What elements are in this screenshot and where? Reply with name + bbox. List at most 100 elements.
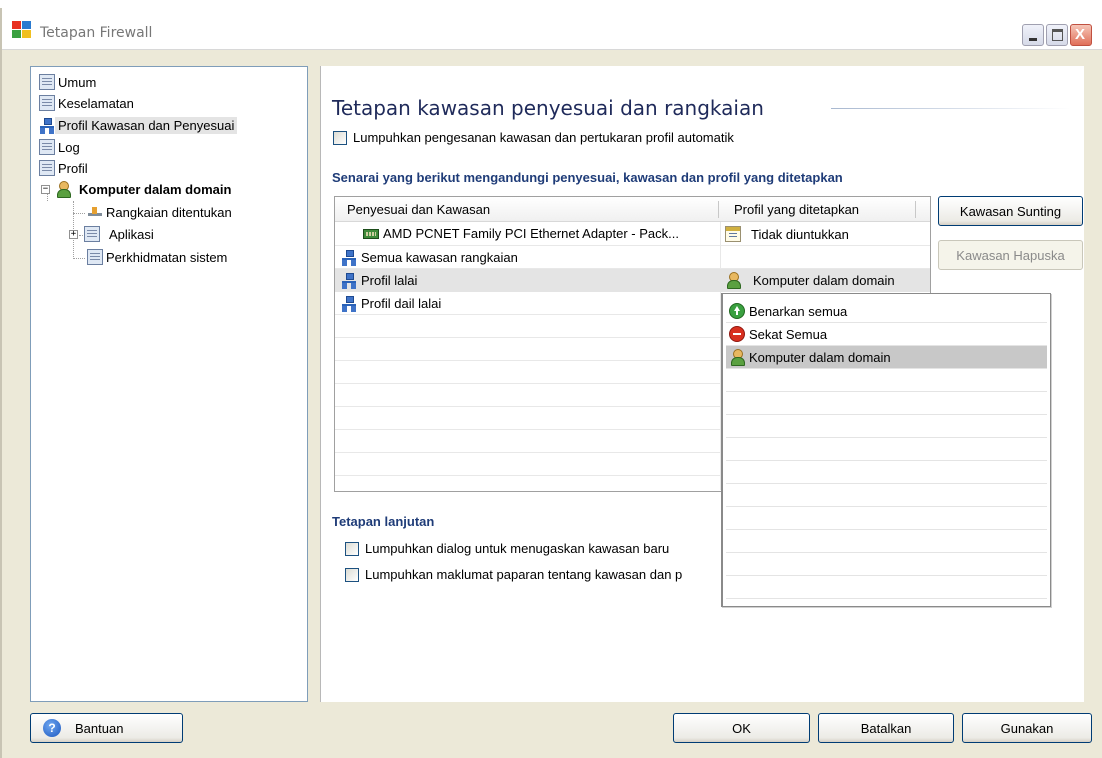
block-icon <box>729 326 745 342</box>
network-card-icon <box>363 228 379 239</box>
list-cell-text: Profil dail lalai <box>361 295 442 311</box>
tree-item-label: Log <box>58 139 80 155</box>
column-separator[interactable] <box>718 201 719 218</box>
dropdown-empty-row <box>726 369 1047 392</box>
window-title: Tetapan Firewall <box>40 25 153 41</box>
dropdown-empty-row <box>726 392 1047 415</box>
cancel-button[interactable]: Batalkan <box>818 713 954 743</box>
delete-zone-button[interactable]: Kawasan Hapuska <box>938 240 1083 270</box>
dropdown-empty-row <box>726 484 1047 507</box>
tree-item-system-services[interactable]: Perkhidmatan sistem <box>87 247 230 267</box>
tree-item-label: Profil <box>58 160 88 176</box>
list-row[interactable]: Semua kawasan rangkaian <box>335 246 930 269</box>
heading-divider <box>831 108 1071 109</box>
tree-item-general[interactable]: Umum <box>39 72 99 92</box>
expand-toggle[interactable]: + <box>69 229 78 239</box>
minimize-button[interactable] <box>1022 24 1044 46</box>
dropdown-option-domain-computer[interactable]: Komputer dalam domain <box>726 346 1047 369</box>
column-header-profile[interactable]: Profil yang ditetapkan <box>734 202 859 217</box>
document-icon <box>87 249 103 265</box>
disable-zone-detection-label: Lumpuhkan pengesanan kawasan dan pertuka… <box>353 130 734 145</box>
allow-icon <box>729 303 745 319</box>
list-cell-text: AMD PCNET Family PCI Ethernet Adapter - … <box>383 226 679 241</box>
advanced-option-label: Lumpuhkan maklumat paparan tentang kawas… <box>365 567 683 582</box>
user-icon <box>55 181 71 198</box>
network-plan-icon <box>87 204 103 220</box>
list-section-title: Senarai yang berikut mengandungi penyesu… <box>332 170 843 185</box>
dropdown-option-label: Benarkan semua <box>749 303 848 319</box>
tree-item-label: Rangkaian ditentukan <box>106 204 232 220</box>
disable-info-checkbox[interactable] <box>345 567 359 582</box>
dropdown-empty-row <box>726 576 1047 599</box>
firewall-settings-window: Tetapan Firewall X Umum Keselamatan Prof… <box>0 8 1102 758</box>
document-icon <box>39 139 55 155</box>
list-cell-adapter: Profil lalai <box>341 272 417 289</box>
disable-zone-detection-checkbox[interactable] <box>333 130 347 145</box>
list-cell-adapter: Semua kawasan rangkaian <box>341 249 518 266</box>
list-cell-profile: Tidak diuntukkan <box>725 226 849 242</box>
tree-connector <box>73 213 85 214</box>
help-button[interactable]: ? Bantuan <box>30 713 183 743</box>
list-header: Penyesuai dan Kawasan Profil yang diteta… <box>335 197 930 222</box>
advanced-option-label: Lumpuhkan dialog untuk menugaskan kawasa… <box>365 541 670 556</box>
help-icon: ? <box>43 719 61 737</box>
close-icon: X <box>1075 26 1086 43</box>
advanced-option-disable-dialog[interactable]: Lumpuhkan dialog untuk menugaskan kawasa… <box>345 541 669 556</box>
tree-item-profiles[interactable]: Profil <box>39 158 91 178</box>
tree-item-label: Umum <box>58 74 97 90</box>
list-cell-profile: Komputer dalam domain <box>725 272 895 289</box>
apply-button[interactable]: Gunakan <box>962 713 1092 743</box>
tree-item-label: Perkhidmatan sistem <box>106 249 228 265</box>
dropdown-option-allow-all[interactable]: Benarkan semua <box>726 300 1047 323</box>
list-row-selected[interactable]: Profil lalai Komputer dalam domain <box>335 269 930 292</box>
list-cell-text: Semua kawasan rangkaian <box>361 249 518 265</box>
collapse-toggle[interactable]: − <box>41 184 50 194</box>
dropdown-option-label: Komputer dalam domain <box>749 349 891 365</box>
dropdown-option-label: Sekat Semua <box>749 326 828 342</box>
dropdown-empty-row <box>726 507 1047 530</box>
network-icon <box>341 249 357 266</box>
list-cell-text: Tidak diuntukkan <box>751 226 849 242</box>
title-bar[interactable]: Tetapan Firewall X <box>2 8 1102 50</box>
settings-tree: Umum Keselamatan Profil Kawasan dan Peny… <box>30 66 308 702</box>
tree-item-label: Keselamatan <box>58 95 134 111</box>
column-separator[interactable] <box>915 201 916 218</box>
tree-item-log[interactable]: Log <box>39 137 83 157</box>
dropdown-option-block-all[interactable]: Sekat Semua <box>726 323 1047 346</box>
document-icon <box>39 74 55 90</box>
tree-item-zone-adapter-profiles[interactable]: Profil Kawasan dan Penyesuai <box>39 115 238 135</box>
user-icon <box>729 349 745 366</box>
tree-item-domain-computer[interactable]: − Komputer dalam domain <box>41 179 234 199</box>
network-icon <box>341 295 357 312</box>
list-cell-adapter: AMD PCNET Family PCI Ethernet Adapter - … <box>363 226 679 241</box>
disable-zone-detection-option[interactable]: Lumpuhkan pengesanan kawasan dan pertuka… <box>333 130 734 145</box>
column-header-adapters[interactable]: Penyesuai dan Kawasan <box>347 202 490 217</box>
dropdown-empty-row <box>726 438 1047 461</box>
dropdown-empty-row <box>726 461 1047 484</box>
tree-item-defined-networks[interactable]: Rangkaian ditentukan <box>87 202 235 222</box>
tree-item-label: Komputer dalam domain <box>79 181 232 197</box>
list-cell-text: Komputer dalam domain <box>753 272 895 288</box>
tree-item-applications[interactable]: + Aplikasi <box>69 224 157 244</box>
page-title: Tetapan kawasan penyesuai dan rangkaian <box>332 96 764 120</box>
list-cell-adapter: Profil dail lalai <box>341 295 442 312</box>
tree-item-security[interactable]: Keselamatan <box>39 93 137 113</box>
help-button-label: Bantuan <box>75 720 124 736</box>
profile-dropdown-list[interactable]: Benarkan semua Sekat Semua Komputer dala… <box>721 293 1051 607</box>
document-icon <box>39 160 55 176</box>
app-logo-icon <box>12 21 31 38</box>
maximize-button[interactable] <box>1046 24 1068 46</box>
document-icon <box>84 226 100 242</box>
edit-zone-button[interactable]: Kawasan Sunting <box>938 196 1083 226</box>
dropdown-empty-row <box>726 530 1047 553</box>
tree-connector <box>73 258 85 259</box>
network-icon <box>341 272 357 289</box>
close-button[interactable]: X <box>1070 24 1092 46</box>
dropdown-empty-row <box>726 553 1047 576</box>
ok-button[interactable]: OK <box>673 713 810 743</box>
list-row[interactable]: AMD PCNET Family PCI Ethernet Adapter - … <box>335 223 930 246</box>
advanced-option-disable-info[interactable]: Lumpuhkan maklumat paparan tentang kawas… <box>345 567 682 582</box>
document-icon <box>39 95 55 111</box>
disable-dialog-checkbox[interactable] <box>345 541 359 556</box>
tree-item-label: Profil Kawasan dan Penyesuai <box>55 116 238 134</box>
